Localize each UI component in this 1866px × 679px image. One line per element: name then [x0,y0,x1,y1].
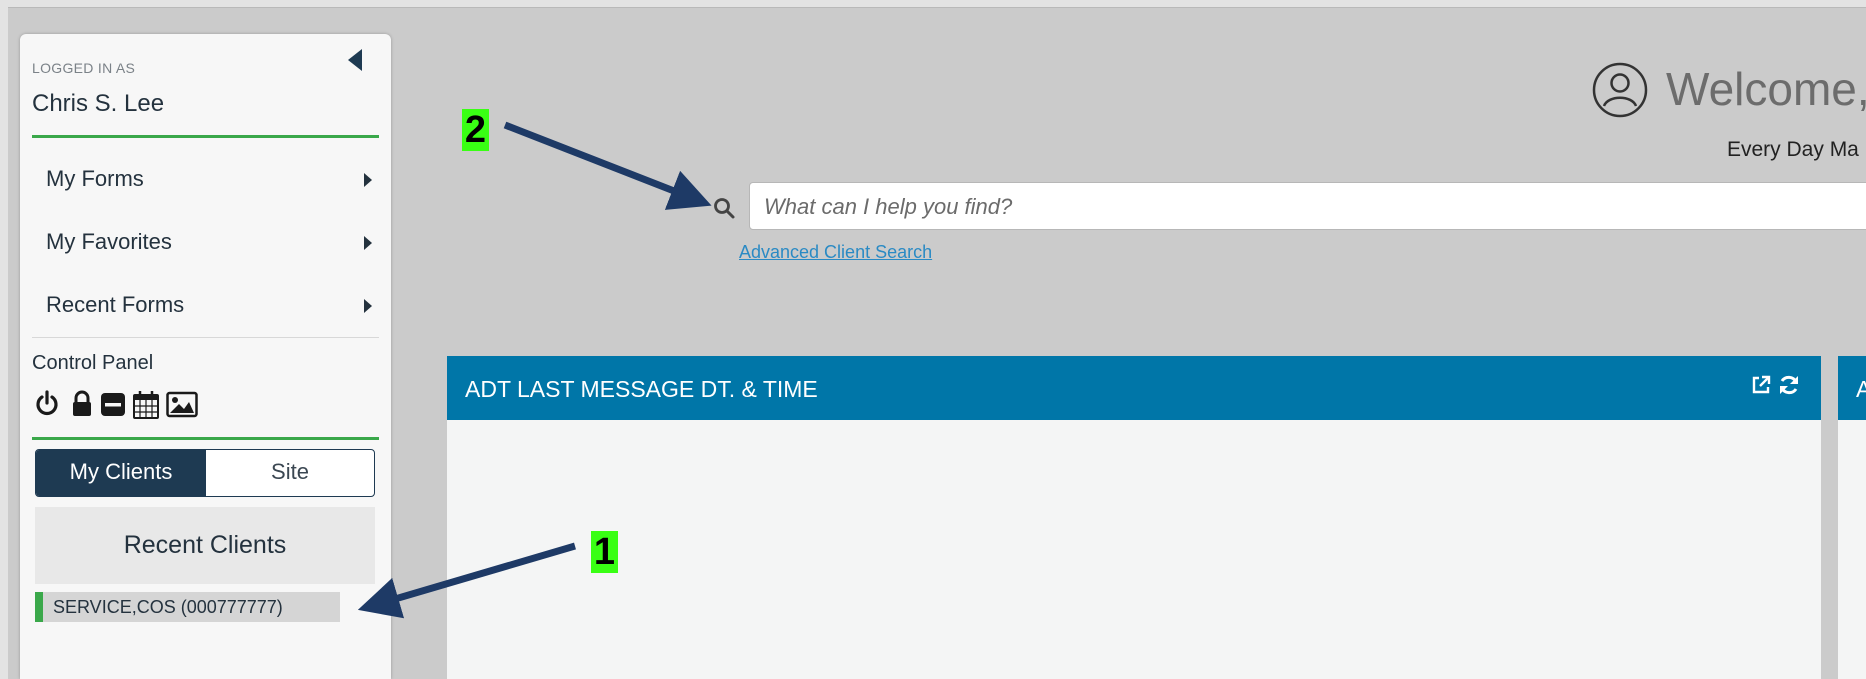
tab-my-clients[interactable]: My Clients [36,450,206,496]
top-border [0,0,1866,8]
menu-item-label: My Forms [46,166,144,191]
menu-item-label: My Favorites [46,229,172,254]
image-icon[interactable] [166,390,198,423]
annotation-arrow-2 [503,121,712,210]
widget-title: ADT LAST MESSAGE DT. & TIME [465,376,818,402]
chevron-right-icon [364,299,372,313]
collapse-sidebar-icon[interactable] [348,49,362,71]
tab-site[interactable]: Site [206,450,374,496]
control-panel-label: Control Panel [32,352,154,374]
recent-clients-title: Recent Clients [123,531,287,559]
menu-item-recent-forms[interactable]: Recent Forms [46,284,372,324]
client-status-bar [35,592,43,622]
divider [32,437,379,440]
divider [32,337,379,338]
widget-adt-last-message: ADT LAST MESSAGE DT. & TIME [447,356,1821,679]
welcome-text: Welcome, C [1666,63,1866,115]
logged-in-label: LOGGED IN AS [32,60,136,76]
calendar-icon[interactable] [132,390,160,425]
recent-clients-header: Recent Clients [35,507,375,584]
menu-item-my-forms[interactable]: My Forms [46,158,372,198]
refresh-icon[interactable] [1778,374,1800,396]
external-link-icon[interactable] [1750,374,1772,396]
search-box [749,182,1866,231]
widget-header: A [1838,356,1866,420]
widget-header: ADT LAST MESSAGE DT. & TIME [447,356,1821,420]
user-name: Chris S. Lee [32,90,165,117]
lock-icon[interactable] [72,390,92,423]
widget-title: A [1856,376,1866,402]
menu-item-label: Recent Forms [46,292,185,317]
annotation-callout-2: 2 [462,109,489,151]
chevron-right-icon [364,236,372,250]
widget-partial: A [1838,356,1866,679]
user-avatar-icon[interactable] [1592,62,1648,118]
divider [32,135,379,138]
annotation-callout-1: 1 [591,531,618,573]
power-icon[interactable] [34,390,60,423]
menu-item-my-favorites[interactable]: My Favorites [46,221,372,261]
search-input[interactable] [762,183,1766,231]
left-border [0,7,8,679]
minus-icon[interactable] [100,390,126,423]
recent-client-item[interactable]: SERVICE,COS (000777777) [35,592,340,622]
chevron-right-icon [364,173,372,187]
advanced-client-search-link[interactable]: Advanced Client Search [739,242,932,263]
search-icon[interactable] [712,196,736,220]
sidebar: LOGGED IN AS Chris S. Lee My Forms My Fa… [20,34,391,679]
clients-toggle: My Clients Site [35,449,375,497]
recent-client-label: SERVICE,COS (000777777) [53,597,283,617]
tagline-text: Every Day Ma [1727,138,1859,161]
